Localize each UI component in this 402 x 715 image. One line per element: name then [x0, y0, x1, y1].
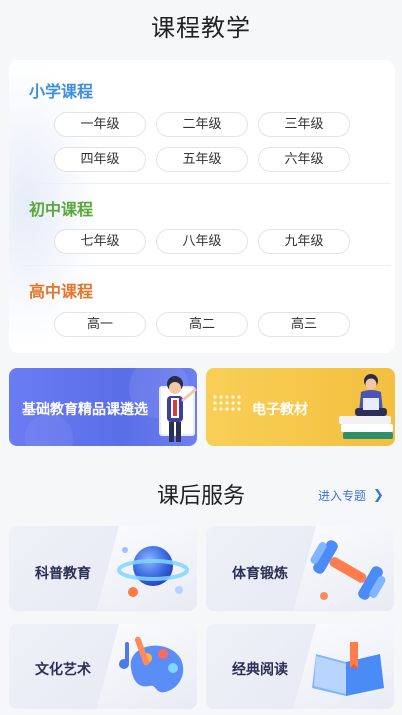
- open-book-icon: [312, 642, 384, 696]
- grade-2-button[interactable]: 二年级: [156, 112, 248, 137]
- service-label: 文化艺术: [35, 662, 91, 678]
- reading-student-illustration-icon: [339, 374, 393, 439]
- grade-senior-1-button[interactable]: 高一: [54, 312, 146, 337]
- junior-grade-row: 七年级 八年级 九年级: [9, 229, 395, 255]
- enter-topic-link[interactable]: 进入专题 ❯: [318, 487, 384, 504]
- service-label: 经典阅读: [232, 662, 288, 678]
- dot-grid-decoration: [213, 395, 241, 411]
- grade-7-button[interactable]: 七年级: [54, 229, 146, 254]
- physical-exercise-card[interactable]: 体育锻炼: [206, 526, 394, 611]
- planet-icon: [117, 546, 189, 597]
- quality-course-banner[interactable]: 基础教育精品课遴选: [9, 368, 197, 446]
- grade-5-button[interactable]: 五年级: [156, 147, 248, 172]
- science-education-card[interactable]: 科普教育: [9, 526, 197, 611]
- chevron-right-icon: ❯: [373, 488, 384, 503]
- course-card: 小学课程 一年级 二年级 三年级 四年级 五年级 六年级 初中课程 七年级 八年…: [9, 60, 395, 353]
- senior-grade-row: 高一 高二 高三: [9, 312, 395, 338]
- grade-senior-2-button[interactable]: 高二: [156, 312, 248, 337]
- primary-stage-title: 小学课程: [29, 82, 94, 101]
- grade-6-button[interactable]: 六年级: [258, 147, 350, 172]
- grade-3-button[interactable]: 三年级: [258, 112, 350, 137]
- junior-stage-title: 初中课程: [29, 200, 94, 219]
- grade-8-button[interactable]: 八年级: [156, 229, 248, 254]
- e-textbook-banner[interactable]: 电子教材: [206, 368, 395, 446]
- divider: [21, 265, 391, 266]
- teacher-illustration-icon: [159, 376, 197, 442]
- banner-label: 基础教育精品课遴选: [22, 402, 148, 418]
- dumbbell-icon: [310, 540, 386, 600]
- grade-4-button[interactable]: 四年级: [54, 147, 146, 172]
- palette-icon: [119, 636, 184, 693]
- grade-1-button[interactable]: 一年级: [54, 112, 146, 137]
- enter-topic-label: 进入专题: [318, 489, 367, 503]
- service-label: 体育锻炼: [232, 566, 288, 582]
- divider: [21, 183, 391, 184]
- culture-art-card[interactable]: 文化艺术: [9, 624, 197, 709]
- grade-9-button[interactable]: 九年级: [258, 229, 350, 254]
- classic-reading-card[interactable]: 经典阅读: [206, 624, 394, 709]
- grade-senior-3-button[interactable]: 高三: [258, 312, 350, 337]
- page-title: 课程教学: [151, 14, 251, 42]
- service-label: 科普教育: [35, 566, 91, 582]
- primary-grade-row-1: 一年级 二年级 三年级: [9, 112, 395, 138]
- banner-label: 电子教材: [252, 402, 308, 418]
- primary-grade-row-2: 四年级 五年级 六年级: [9, 147, 395, 173]
- senior-stage-title: 高中课程: [29, 282, 94, 301]
